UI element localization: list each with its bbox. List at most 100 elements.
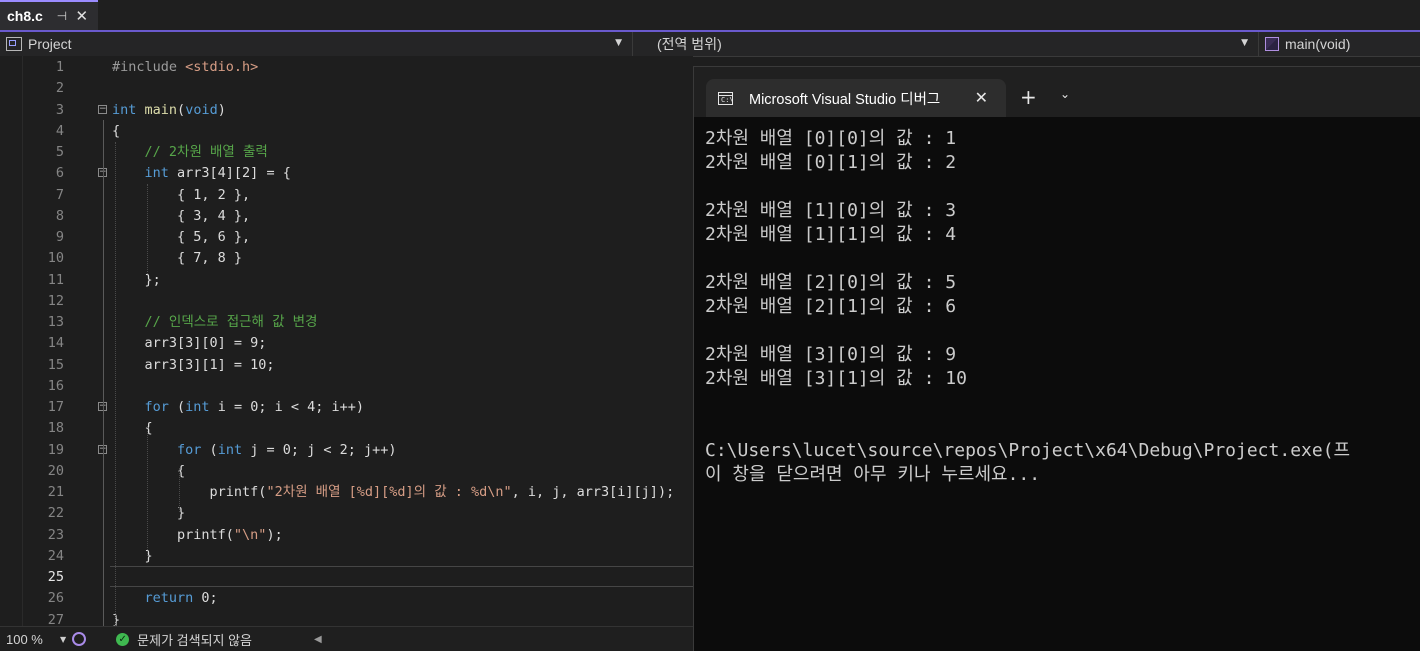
code-token: { 1, 2 },	[112, 186, 251, 203]
chevron-down-icon: ▼	[1241, 38, 1248, 48]
code-token: int	[217, 441, 243, 458]
code-token: #include	[112, 59, 186, 75]
code-token: , i, j, arr3[i][j]);	[511, 484, 675, 500]
code-token: (	[201, 441, 218, 458]
code-text: { 3, 4 },	[112, 206, 250, 227]
scope-dropdown[interactable]: (전역 범위) ▼	[632, 32, 1254, 56]
code-token: { 5, 6 },	[112, 229, 251, 245]
console-line: 이 창을 닫으려면 아무 키나 누르세요...	[705, 464, 1041, 485]
code-token: (	[168, 399, 186, 415]
code-token: int	[185, 399, 210, 415]
terminal-tab-bar: C:\ Microsoft Visual Studio 디버그 ✕ + ⌄	[694, 67, 1420, 117]
code-token: };	[112, 271, 161, 288]
line-number: 5	[55, 144, 64, 160]
terminal-tab[interactable]: C:\ Microsoft Visual Studio 디버그 ✕	[706, 79, 1006, 117]
code-token: { 3, 4 },	[112, 207, 251, 224]
indent-guide	[147, 184, 148, 274]
line-number: 6	[55, 165, 64, 182]
line-number: 26	[47, 590, 64, 607]
new-tab-button[interactable]: +	[1020, 85, 1037, 109]
function-label: main(void)	[1285, 36, 1351, 52]
indent-guide	[115, 142, 116, 626]
project-icon	[6, 37, 22, 51]
close-tab-icon[interactable]: ✕	[75, 7, 89, 25]
code-token: arr3[3][1] = 10;	[112, 356, 275, 373]
code-token: printf(	[112, 484, 267, 500]
console-line: 2차원 배열 [1][0]의 값 : 3	[705, 200, 957, 221]
line-number: 4	[55, 122, 64, 139]
code-token: (	[177, 101, 186, 118]
intellicode-icon[interactable]	[72, 632, 87, 646]
chevron-down-icon: ▼	[615, 38, 622, 48]
pin-icon[interactable]: ⊣	[55, 9, 69, 23]
chevron-down-icon[interactable]: ▼	[60, 635, 66, 644]
terminal-output[interactable]: 2차원 배열 [0][0]의 값 : 1 2차원 배열 [0][1]의 값 : 2…	[694, 117, 1420, 651]
line-number: 25	[47, 569, 64, 585]
code-line[interactable]: 1 #include <stdio.h>	[0, 57, 693, 78]
document-tab-bar: ch8.c ⊣ ✕	[0, 0, 1420, 32]
console-icon: C:\	[718, 91, 734, 105]
code-token: arr3[4][2] = {	[168, 165, 291, 182]
code-text: for (int i = 0; i < 4; i++)	[112, 397, 364, 418]
code-text: };	[112, 270, 161, 291]
code-token: "2차원 배열 [%d][%d]의 값 : %d\n"	[266, 484, 512, 500]
fold-guide-line	[103, 120, 104, 626]
line-number: 27	[47, 611, 64, 627]
line-number: 9	[55, 229, 64, 245]
code-text: #include <stdio.h>	[112, 57, 258, 78]
console-line: 2차원 배열 [3][1]의 값 : 10	[705, 368, 967, 389]
code-token: }	[112, 611, 121, 627]
chevron-down-icon[interactable]: ⌄	[1060, 87, 1070, 101]
line-number: 17	[47, 399, 64, 415]
line-number: 20	[47, 462, 64, 479]
code-token: for	[144, 399, 169, 415]
console-line: 2차원 배열 [3][0]의 값 : 9	[705, 344, 957, 365]
zoom-level[interactable]: 100 %	[6, 632, 60, 647]
code-token: 0;	[193, 590, 218, 607]
code-token: <stdio.h>	[185, 59, 259, 75]
code-text: {	[112, 121, 120, 142]
code-token: return	[144, 590, 194, 607]
code-token: // 2차원 배열 출력	[144, 144, 268, 160]
code-token: "\n"	[233, 526, 267, 543]
line-number: 10	[47, 250, 64, 267]
code-text: return 0;	[112, 588, 218, 609]
console-icon-text: C:\	[721, 95, 734, 104]
code-text: { 5, 6 },	[112, 227, 250, 248]
code-text: }	[112, 503, 185, 524]
code-token: int	[112, 101, 137, 118]
indent-guide	[147, 426, 148, 556]
function-cube-icon	[1265, 37, 1279, 51]
project-dropdown[interactable]: Project ▼	[6, 32, 628, 56]
code-line[interactable]: 3 − int main(void)	[0, 100, 693, 121]
code-editor[interactable]: 1 #include <stdio.h> 2 3− int main(void) 4{5 …	[0, 56, 693, 626]
line-number: 15	[47, 356, 64, 373]
code-text: arr3[3][1] = 10;	[112, 355, 275, 376]
fold-toggle-icon[interactable]: −	[98, 104, 107, 114]
code-text: }	[112, 610, 120, 627]
navigation-bar: Project ▼ (전역 범위) ▼ main(void)	[0, 32, 1420, 57]
code-line[interactable]: 2	[0, 78, 693, 99]
scroll-left-icon[interactable]: ◀	[314, 634, 322, 645]
code-token: j = 0; j < 2; j++)	[242, 441, 397, 458]
code-token: main	[144, 101, 178, 118]
code-text: // 인덱스로 접근해 값 변경	[112, 312, 318, 333]
line-number: 2	[55, 80, 64, 97]
function-dropdown[interactable]: main(void)	[1258, 32, 1420, 56]
code-token: {	[112, 122, 121, 139]
close-icon[interactable]: ✕	[975, 88, 988, 107]
console-line: 2차원 배열 [2][0]의 값 : 5	[705, 272, 957, 293]
line-number: 23	[47, 526, 64, 543]
code-text: {	[112, 461, 185, 482]
line-number: 14	[47, 335, 64, 352]
code-text: printf("\n");	[112, 525, 283, 546]
issues-status[interactable]: 문제가 검색되지 않음	[137, 630, 252, 649]
debug-console-window: C:\ Microsoft Visual Studio 디버그 ✕ + ⌄ 2차…	[693, 66, 1420, 651]
code-token: );	[266, 526, 283, 543]
code-token: int	[144, 165, 169, 182]
tab-ch8-c[interactable]: ch8.c ⊣ ✕	[0, 0, 98, 30]
